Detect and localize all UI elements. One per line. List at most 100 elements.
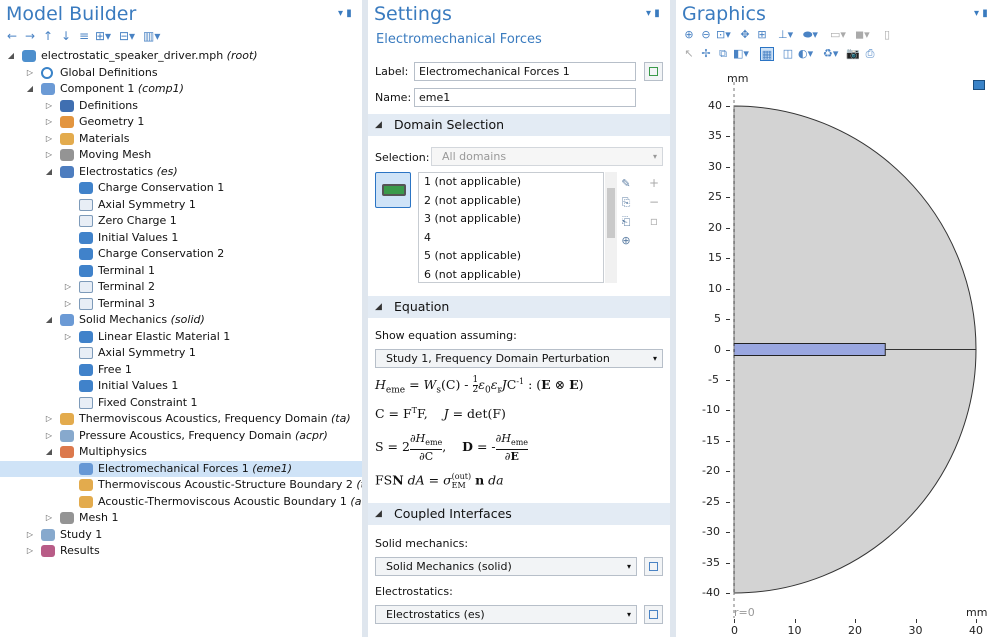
domain-list-item[interactable]: 1 (not applicable) [419, 173, 603, 192]
expand-triangle-icon[interactable]: ▷ [44, 147, 54, 164]
tree-item[interactable]: ▷ Thermoviscous Acoustics, Frequency Doma… [0, 411, 362, 428]
tree-item[interactable]: ◢ Multiphysics [0, 444, 362, 461]
paint-icon[interactable]: ✎ [618, 174, 634, 193]
expand-triangle-icon[interactable]: ▷ [44, 411, 54, 428]
tree-item[interactable]: Acoustic-Thermoviscous Acoustic Boundary… [0, 494, 362, 511]
tree-item[interactable]: Charge Conservation 1 [0, 180, 362, 197]
tree-item[interactable]: ◢ electrostatic_speaker_driver.mph (root) [0, 48, 362, 65]
collapse-icon[interactable]: ⊟▾ [119, 29, 135, 43]
tree-item[interactable]: ▷ Global Definitions [0, 65, 362, 82]
tree-item[interactable]: Fixed Constraint 1 [0, 395, 362, 412]
domain-selection-header[interactable]: ◢ Domain Selection [368, 114, 670, 136]
tree-item[interactable]: ▷ Definitions [0, 98, 362, 115]
domain-list-item[interactable]: 4 [419, 229, 603, 248]
expand-triangle-icon[interactable]: ▷ [63, 296, 73, 313]
tree-item[interactable]: ◢ Component 1 (comp1) [0, 81, 362, 98]
solid-mechanics-icon [60, 314, 74, 326]
go-to-es-icon[interactable] [644, 605, 663, 624]
y-tick-label: -40 [702, 586, 720, 599]
expand-triangle-icon[interactable]: ▷ [63, 329, 73, 346]
tree-item[interactable]: ▷ Geometry 1 [0, 114, 362, 131]
collapse-triangle-icon[interactable]: ◢ [44, 312, 54, 329]
remove-icon[interactable]: − [646, 193, 662, 212]
layout-icon[interactable]: ▥▾ [143, 29, 160, 43]
domain-list-item[interactable]: 5 (not applicable) [419, 247, 603, 266]
results-icon [41, 545, 55, 557]
tree-item[interactable]: Initial Values 1 [0, 230, 362, 247]
label-input[interactable]: Electromechanical Forces 1 [414, 62, 636, 81]
label-reset-icon[interactable] [644, 62, 663, 81]
tree-item[interactable]: ▷ Materials [0, 131, 362, 148]
active-selection-toggle[interactable] [375, 172, 411, 208]
domain-list-item[interactable]: 2 (not applicable) [419, 192, 603, 211]
show-equation-caption: Show equation assuming: [375, 329, 517, 342]
driver-domain-highlight[interactable] [733, 343, 886, 356]
go-to-solid-icon[interactable] [644, 557, 663, 576]
electrostatics-combo[interactable]: Electrostatics (es) ▾ [375, 605, 637, 624]
tree-item-label: Solid Mechanics (solid) [79, 313, 205, 326]
expand-triangle-icon[interactable]: ▷ [44, 114, 54, 131]
expand-triangle-icon[interactable]: ▷ [44, 510, 54, 527]
y-tick-label: 15 [708, 251, 722, 265]
domain-list-item[interactable]: 3 (not applicable) [419, 210, 603, 229]
collapse-triangle-icon[interactable]: ◢ [6, 48, 16, 65]
zoom-selected-icon[interactable]: ⊕ [618, 231, 634, 250]
tree-item[interactable]: ▷ Moving Mesh [0, 147, 362, 164]
tree-item-label: Materials [79, 131, 130, 145]
tree-item[interactable]: ▷ Results [0, 543, 362, 560]
tree-item[interactable]: ◢ Electrostatics (es) [0, 164, 362, 181]
show-icon[interactable]: ≡ [77, 29, 91, 43]
domain-list-item[interactable]: 6 (not applicable) [419, 266, 603, 285]
pin-menu-icon[interactable]: ▾ ▮ [338, 8, 352, 19]
tree-item[interactable]: Charge Conservation 2 [0, 246, 362, 263]
expand-triangle-icon[interactable]: ▷ [63, 279, 73, 296]
copy-selection-icon[interactable]: ⎘ [618, 193, 634, 212]
tree-item[interactable]: ▷ Mesh 1 [0, 510, 362, 527]
collapse-triangle-icon[interactable]: ◢ [25, 81, 35, 98]
tree-item[interactable]: Free 1 [0, 362, 362, 379]
expand-triangle-icon[interactable]: ▷ [25, 543, 35, 560]
model-builder-toolbar: ← → ↑ ↓ ≡ ⊞▾ ⊟▾ ▥▾ [5, 28, 160, 44]
equation-header[interactable]: ◢ Equation [368, 296, 670, 318]
tree-item[interactable]: Thermoviscous Acoustic-Structure Boundar… [0, 477, 362, 494]
settings-pin-icon[interactable]: ▾ ▮ [646, 8, 660, 19]
tree-item[interactable]: ▷ Terminal 3 [0, 296, 362, 313]
expand-triangle-icon[interactable]: ▷ [44, 131, 54, 148]
tree-item[interactable]: Electromechanical Forces 1 (eme1) [0, 460, 362, 477]
tree-item[interactable]: ◢ Solid Mechanics (solid) [0, 312, 362, 329]
tree-item[interactable]: Zero Charge 1 [0, 213, 362, 230]
model-builder-title: Model Builder [6, 3, 137, 25]
tree-item-tag: (es) [156, 164, 178, 178]
boundary-node-icon [79, 297, 93, 310]
down-arrow-icon[interactable]: ↓ [59, 29, 73, 43]
study-combo[interactable]: Study 1, Frequency Domain Perturbation ▾ [375, 349, 663, 368]
expand-triangle-icon[interactable]: ▷ [25, 65, 35, 82]
forward-arrow-icon[interactable]: → [23, 29, 37, 43]
expand-triangle-icon[interactable]: ▷ [44, 98, 54, 115]
tree-item[interactable]: Axial Symmetry 1 [0, 345, 362, 362]
back-arrow-icon[interactable]: ← [5, 29, 19, 43]
domain-list-scrollbar[interactable] [605, 172, 617, 283]
clear-selection-icon[interactable]: ▫ [646, 212, 662, 231]
tree-item[interactable]: ▷ Pressure Acoustics, Frequency Domain (a… [0, 428, 362, 445]
tree-item[interactable]: ▷ Terminal 2 [0, 279, 362, 296]
tree-item[interactable]: ▷ Study 1 [0, 527, 362, 544]
add-icon[interactable]: + [646, 174, 662, 193]
coupled-interfaces-header[interactable]: ◢ Coupled Interfaces [368, 503, 670, 525]
solid-mechanics-combo[interactable]: Solid Mechanics (solid) ▾ [375, 557, 637, 576]
tree-item[interactable]: ▷ Linear Elastic Material 1 [0, 329, 362, 346]
expand-icon[interactable]: ⊞▾ [95, 29, 111, 43]
paste-selection-icon[interactable]: ⎗ [618, 212, 634, 231]
expand-triangle-icon[interactable]: ▷ [44, 428, 54, 445]
tree-item-label: Multiphysics [79, 445, 147, 458]
expand-triangle-icon[interactable]: ▷ [25, 527, 35, 544]
tree-item[interactable]: Axial Symmetry 1 [0, 197, 362, 214]
tree-item[interactable]: Terminal 1 [0, 263, 362, 280]
up-arrow-icon[interactable]: ↑ [41, 29, 55, 43]
domain-list[interactable]: 1 (not applicable) 2 (not applicable) 3 (n… [418, 172, 604, 283]
tree-item[interactable]: Initial Values 1 [0, 378, 362, 395]
name-input[interactable]: eme1 [414, 88, 636, 107]
collapse-triangle-icon[interactable]: ◢ [44, 444, 54, 461]
collapse-triangle-icon[interactable]: ◢ [44, 164, 54, 181]
selection-combo[interactable]: All domains ▾ [431, 147, 663, 166]
